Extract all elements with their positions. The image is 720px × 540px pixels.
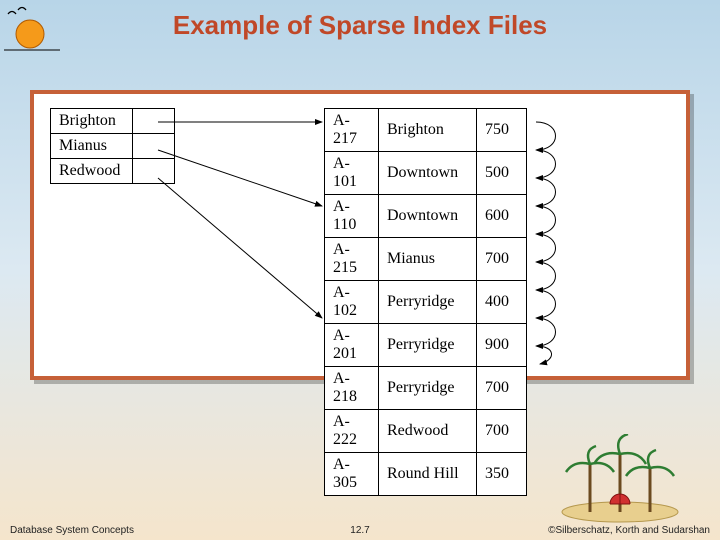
record-city: Round Hill — [379, 453, 477, 496]
slide-title: Example of Sparse Index Files — [0, 0, 720, 41]
footer-left: Database System Concepts — [10, 525, 134, 536]
diagram-frame: BrightonMianusRedwood A-217Brighton750A-… — [30, 90, 690, 380]
arrow-layer — [34, 94, 686, 376]
footer-right: ©Silberschatz, Korth and Sudarshan — [548, 525, 710, 536]
record-city: Redwood — [379, 410, 477, 453]
slide-footer: Database System Concepts 12.7 ©Silbersch… — [0, 525, 720, 536]
data-row: A-305Round Hill350 — [325, 453, 527, 496]
record-amount: 350 — [477, 453, 527, 496]
record-id: A-222 — [325, 410, 379, 453]
island-decoration — [550, 434, 690, 524]
footer-mid: 12.7 — [350, 525, 369, 536]
record-id: A-305 — [325, 453, 379, 496]
data-row: A-222Redwood700 — [325, 410, 527, 453]
record-amount: 700 — [477, 410, 527, 453]
